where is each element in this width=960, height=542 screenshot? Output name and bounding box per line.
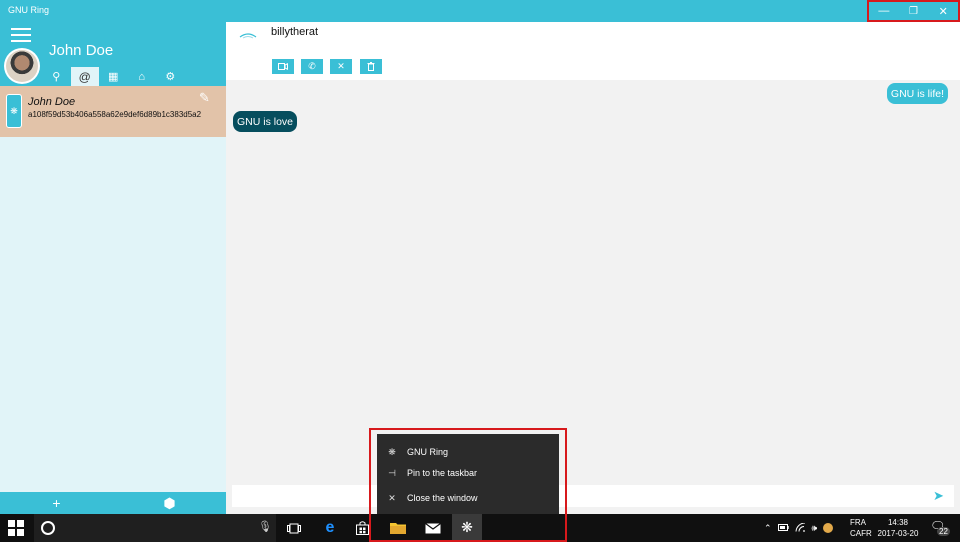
cube-icon[interactable]: ⬢ [113, 492, 226, 514]
contact-name: John Doe [28, 96, 76, 108]
weather-icon[interactable] [823, 523, 834, 533]
contact-avatar: ❋ [6, 94, 22, 128]
close-icon: ✕ [388, 492, 396, 503]
jump-list-app-item[interactable]: ❋ GNU Ring [377, 442, 559, 462]
video-call-button[interactable] [272, 59, 294, 74]
cortana-icon [41, 521, 55, 535]
notification-count-badge: 22 [937, 527, 950, 536]
cortana-search-box[interactable]: 🎙 [34, 514, 276, 542]
clock-date: 2017-03-20 [877, 529, 919, 538]
at-sign-icon[interactable]: @ [70, 67, 99, 86]
gnu-ring-taskbar-icon[interactable]: ❋ [452, 514, 482, 542]
maximize-button[interactable]: ❐ [899, 2, 929, 20]
qr-code-icon[interactable]: ▦ [99, 67, 128, 86]
account-tabs: ⚲ @ ▦ ⌂ ⚙ [42, 67, 185, 86]
microphone-icon[interactable]: 🎙 [258, 520, 272, 533]
pin-to-taskbar-label: Pin to the taskbar [407, 468, 478, 478]
chat-actions: ✆ ✕ [272, 59, 382, 74]
language-code: FRA [850, 518, 866, 527]
settings-icon[interactable]: ⚙ [156, 67, 185, 86]
sidebar: John Doe ⚲ @ ▦ ⌂ ⚙ ❋ John Doe a108f59d53… [0, 22, 226, 514]
ring-app-icon: ❋ [388, 446, 396, 457]
title-bar: GNU Ring — ❐ ✕ [0, 0, 960, 22]
hamburger-menu-icon[interactable] [11, 28, 31, 42]
contact-request-icon[interactable]: ⚲ [42, 67, 71, 86]
account-avatar[interactable] [4, 48, 40, 84]
account-header: John Doe ⚲ @ ▦ ⌂ ⚙ [0, 22, 226, 86]
minimize-button[interactable]: — [869, 2, 899, 20]
block-button[interactable]: ✕ [330, 59, 352, 74]
chat-header: billytherat ✆ ✕ [226, 22, 960, 80]
pin-icon: ⊣ [388, 467, 396, 478]
pin-to-taskbar-item[interactable]: ⊣ Pin to the taskbar [377, 463, 559, 483]
edge-browser-icon[interactable]: e [315, 514, 345, 542]
input-language[interactable]: FRA CAFR [850, 517, 872, 539]
add-contact-button[interactable]: + [0, 492, 113, 514]
store-icon[interactable] [347, 514, 377, 542]
send-icon[interactable]: ➤ [933, 488, 944, 504]
devices-icon[interactable]: ⌂ [128, 67, 157, 86]
chevron-up-icon[interactable]: ⌃ [764, 523, 772, 534]
delete-button[interactable] [360, 59, 382, 74]
window-controls: — ❐ ✕ [867, 0, 960, 22]
mail-icon[interactable] [418, 514, 448, 542]
volume-icon[interactable]: 🕪 [812, 523, 818, 534]
wifi-icon[interactable] [795, 521, 806, 534]
windows-start-icon[interactable] [8, 520, 24, 536]
clock[interactable]: 14:38 2017-03-20 [876, 517, 920, 539]
task-view-icon[interactable] [279, 514, 309, 542]
incoming-message: GNU is love [233, 111, 298, 132]
contact-hash: a108f59d53b406a558a62e9def6d89b1c383d5a2 [28, 110, 202, 119]
contact-list-item[interactable]: ❋ John Doe a108f59d53b406a558a62e9def6d8… [0, 86, 226, 137]
account-name: John Doe [49, 42, 114, 59]
taskbar: 🎙 e ❋ ⌃ 🕪 FRA CAFR 14:38 2017-03-20 🗨 22 [0, 514, 960, 542]
outgoing-message: GNU is life! [886, 83, 948, 104]
message-list: GNU is life! GNU is love [226, 80, 960, 484]
sidebar-footer: + ⬢ [0, 492, 226, 514]
window-title: GNU Ring [8, 5, 50, 15]
jump-list-app-label: GNU Ring [407, 447, 449, 457]
file-explorer-icon[interactable] [383, 514, 413, 542]
keyboard-layout: CAFR [850, 529, 872, 538]
peer-name: billytherat [271, 26, 319, 38]
close-window-label: Close the window [407, 493, 478, 503]
clock-time: 14:38 [887, 518, 909, 527]
close-window-button[interactable]: ✕ [928, 2, 958, 20]
system-tray: ⌃ 🕪 [764, 514, 834, 542]
pencil-icon[interactable]: ✎ [199, 90, 210, 106]
peer-avatar-icon [238, 28, 258, 40]
taskbar-jump-list: ❋ GNU Ring ⊣ Pin to the taskbar ✕ Close … [377, 434, 559, 514]
audio-call-button[interactable]: ✆ [301, 59, 323, 74]
close-window-item[interactable]: ✕ Close the window [377, 488, 559, 508]
battery-icon[interactable] [777, 523, 789, 533]
message-input[interactable] [232, 485, 954, 507]
